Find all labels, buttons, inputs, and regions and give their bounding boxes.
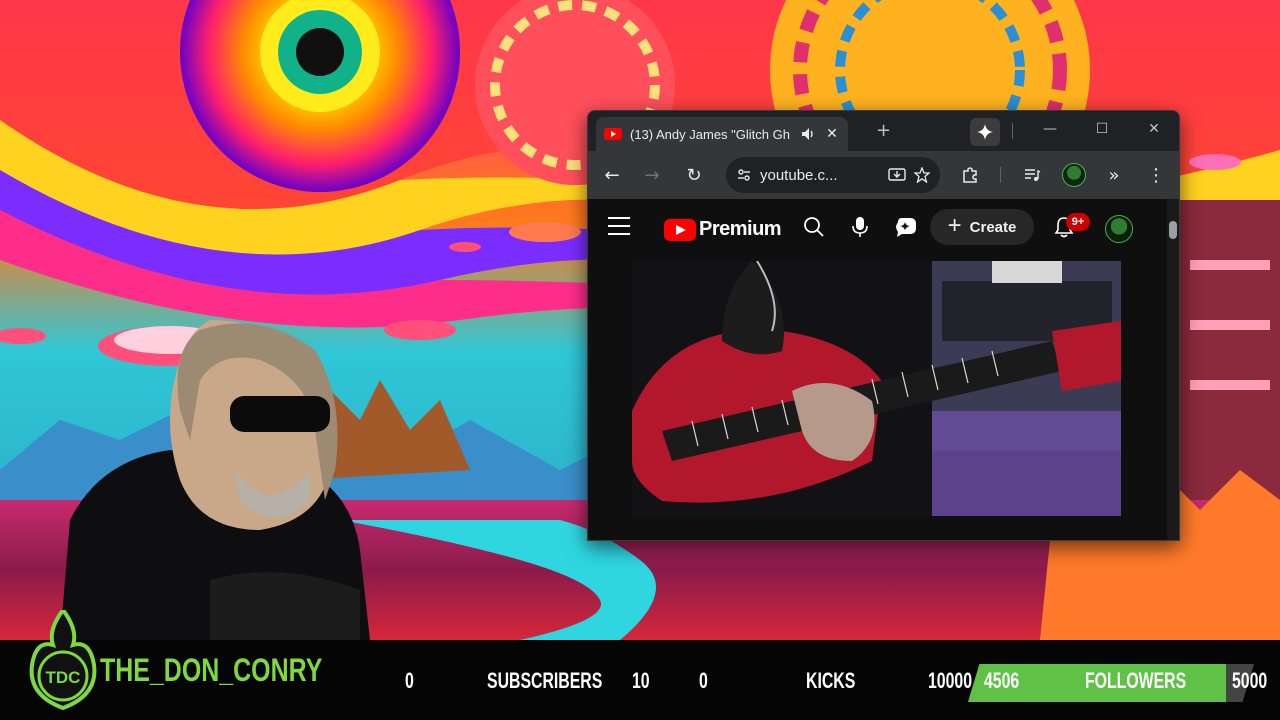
create-button[interactable]: + Create xyxy=(930,209,1034,245)
subscribers-current: 0 xyxy=(405,668,414,693)
youtube-header: Premium + Create 9+ xyxy=(588,199,1179,255)
followers-goal: 5000 xyxy=(1232,668,1268,693)
maximize-button[interactable]: ☐ xyxy=(1092,121,1112,137)
extensions-puzzle-icon[interactable] xyxy=(958,163,982,187)
titlebar-divider xyxy=(1012,123,1013,139)
profile-avatar[interactable] xyxy=(1062,163,1086,187)
media-queue-icon[interactable] xyxy=(1020,163,1044,187)
followers-label: FOLLOWERS xyxy=(1085,668,1187,693)
new-tab-button[interactable]: + xyxy=(876,120,891,141)
site-info-icon[interactable] xyxy=(736,167,752,183)
account-avatar[interactable] xyxy=(1105,215,1133,243)
url-text: youtube.c... xyxy=(760,166,838,184)
microphone-icon[interactable] xyxy=(848,215,872,239)
streamer-webcam xyxy=(60,320,370,640)
stream-scene: (13) Andy James "Glitch Gh ✕ + — ☐ ✕ ← →… xyxy=(0,0,1280,720)
logo-text: Premium xyxy=(699,218,782,240)
tdc-flame-logo: TDC xyxy=(29,610,97,710)
kicks-label: KICKS xyxy=(806,668,856,693)
youtube-logo-icon xyxy=(664,218,696,241)
scrollbar[interactable] xyxy=(1167,199,1179,540)
chevron-double-right-icon[interactable]: » xyxy=(1102,163,1126,187)
speaker-icon[interactable] xyxy=(800,126,816,142)
browser-toolbar: ← → ↻ youtube.c... » ⋮ xyxy=(588,151,1179,199)
forward-arrow-icon[interactable]: → xyxy=(640,163,664,187)
search-icon[interactable] xyxy=(802,215,826,239)
sparkle-icon xyxy=(977,124,993,140)
video-player[interactable] xyxy=(632,261,1121,516)
video-frame xyxy=(632,261,1121,516)
browser-window: (13) Andy James "Glitch Gh ✕ + — ☐ ✕ ← →… xyxy=(587,110,1180,541)
tab-title: (13) Andy James "Glitch Gh xyxy=(630,126,790,142)
kicks-current: 0 xyxy=(699,668,708,693)
subscribers-goal: 10 xyxy=(632,668,650,693)
logo-text: TDC xyxy=(46,668,81,687)
tab-close-icon[interactable]: ✕ xyxy=(824,126,840,142)
reload-icon[interactable]: ↻ xyxy=(682,163,706,187)
page-viewport: Premium + Create 9+ xyxy=(588,199,1179,540)
toolbar-divider xyxy=(1000,167,1001,183)
back-arrow-icon[interactable]: ← xyxy=(600,163,624,187)
install-app-icon[interactable] xyxy=(888,167,906,183)
subscribers-label: SUBSCRIBERS xyxy=(487,668,603,693)
menu-hamburger-icon[interactable] xyxy=(608,217,630,235)
gemini-sparkle-button[interactable] xyxy=(970,118,1000,146)
youtube-favicon-icon xyxy=(604,128,622,140)
ai-assistant-icon[interactable] xyxy=(894,215,918,239)
followers-current: 4506 xyxy=(984,668,1020,693)
browser-titlebar: (13) Andy James "Glitch Gh ✕ + — ☐ ✕ xyxy=(588,111,1179,151)
close-window-button[interactable]: ✕ xyxy=(1144,121,1164,137)
kicks-goal: 10000 xyxy=(928,668,973,693)
create-label: Create xyxy=(969,218,1017,236)
scrollbar-thumb[interactable] xyxy=(1169,221,1177,239)
minimize-button[interactable]: — xyxy=(1040,121,1060,137)
notification-badge: 9+ xyxy=(1066,213,1090,231)
youtube-premium-logo[interactable]: Premium xyxy=(664,218,782,241)
channel-name: THE_DON_CONRY xyxy=(100,652,323,688)
tab-youtube[interactable]: (13) Andy James "Glitch Gh ✕ xyxy=(596,117,848,151)
address-bar[interactable]: youtube.c... xyxy=(726,157,940,193)
bookmark-star-icon[interactable] xyxy=(914,167,930,183)
kebab-menu-icon[interactable]: ⋮ xyxy=(1144,163,1168,187)
plus-icon: + xyxy=(947,212,962,239)
